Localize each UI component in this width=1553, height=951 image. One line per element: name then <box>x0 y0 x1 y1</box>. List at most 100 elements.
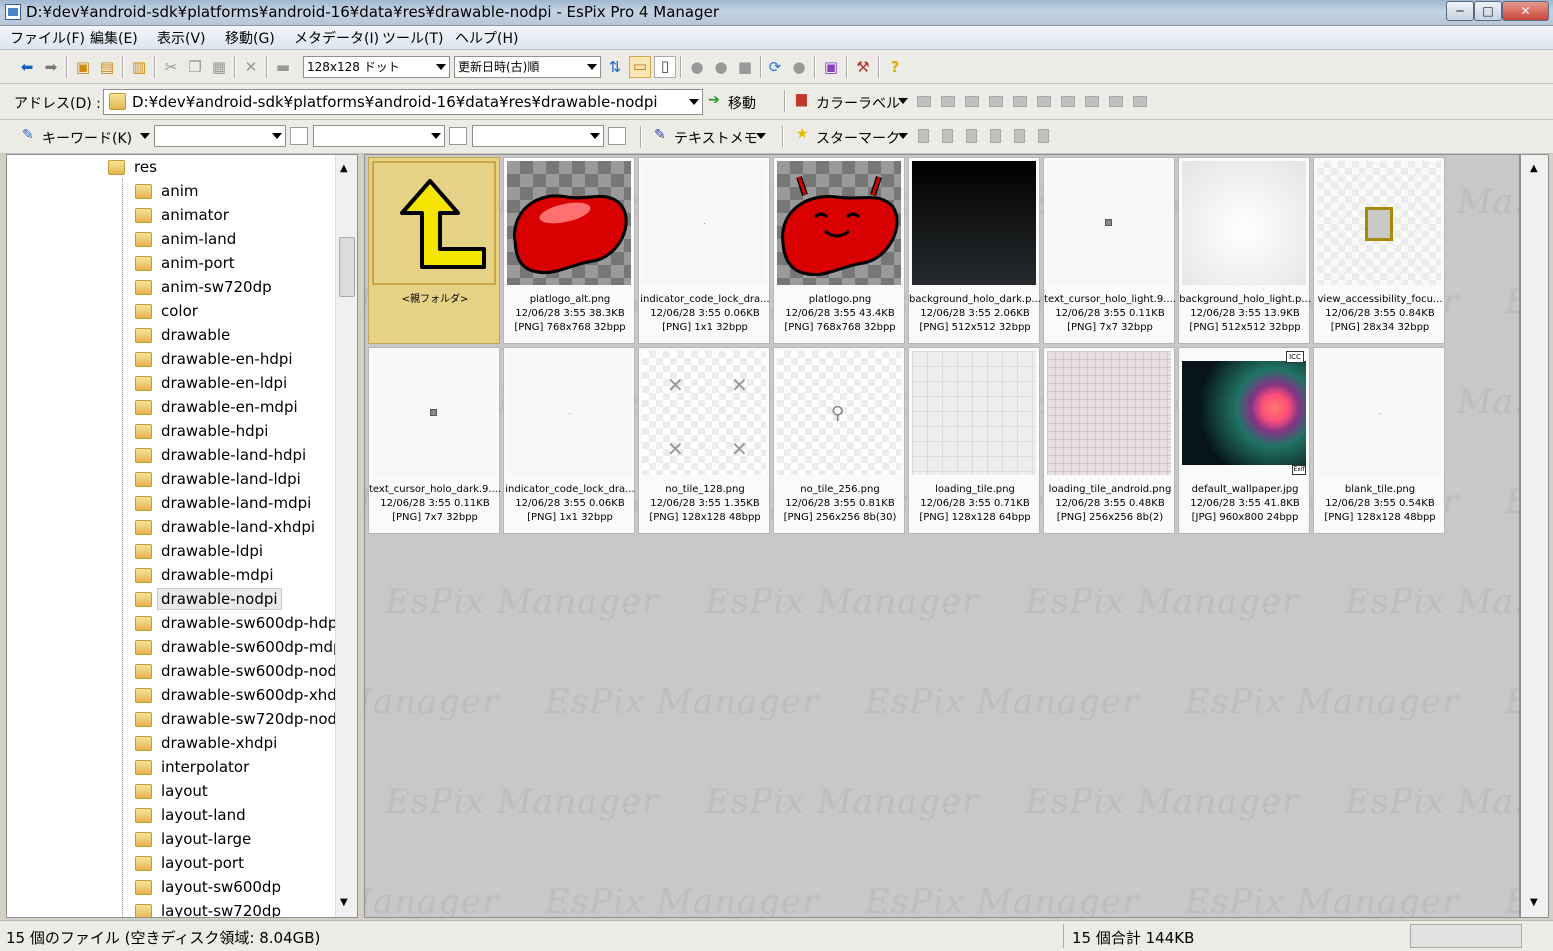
color-label-slot[interactable] <box>917 96 931 107</box>
tree-item[interactable]: color <box>7 299 333 323</box>
star-mark-button[interactable]: スターマーク <box>816 128 900 148</box>
thumbnail-item[interactable]: text_cursor_holo_dark.9.... 12/06/28 3:55… <box>368 347 501 534</box>
color-label-dropdown-icon[interactable] <box>898 98 908 104</box>
cut-icon[interactable]: ✂ <box>162 58 180 76</box>
tree-item[interactable]: drawable-hdpi <box>7 419 333 443</box>
thumbnail-item[interactable]: platlogo_alt.png 12/06/28 3:55 38.3KB [PNG… <box>503 157 635 344</box>
star-mark-dropdown-icon[interactable] <box>898 133 908 139</box>
color-label-slot[interactable] <box>1061 96 1075 107</box>
tree-item[interactable]: drawable-en-ldpi <box>7 371 333 395</box>
slideshow-icon[interactable]: ▣ <box>822 58 840 76</box>
delete-icon[interactable]: ✕ <box>242 58 260 76</box>
tree-item-root[interactable]: res <box>7 155 333 179</box>
keyword-select-2[interactable] <box>313 125 445 147</box>
tree-item[interactable]: anim-sw720dp <box>7 275 333 299</box>
tools-icon[interactable]: ⚒ <box>854 58 872 76</box>
tree-item[interactable]: drawable-land-mdpi <box>7 491 333 515</box>
scroll-down-icon[interactable]: ▼ <box>340 897 348 908</box>
thumbnail-grid[interactable]: EsPix Manager EsPix Manager EsPix Manager E… <box>364 154 1520 918</box>
tree-item[interactable]: layout-large <box>7 827 333 851</box>
keyword-select-3[interactable] <box>472 125 604 147</box>
new-folder-icon[interactable]: ▥ <box>130 58 148 76</box>
tree-item[interactable]: drawable-xhdpi <box>7 731 333 755</box>
keyword-checkbox-3[interactable] <box>608 127 626 145</box>
view-thumbnail-icon[interactable]: ▭ <box>629 56 651 78</box>
color-label-slot[interactable] <box>1013 96 1027 107</box>
thumbnail-item[interactable]: background_holo_light.p... 12/06/28 3:55 … <box>1178 157 1311 344</box>
color-label-slot[interactable] <box>1109 96 1123 107</box>
thumbnail-item[interactable]: loading_tile.png 12/06/28 3:55 0.71KB [PNG… <box>908 347 1040 534</box>
menu-metadata[interactable]: メタデータ(I) <box>290 28 383 48</box>
maximize-button[interactable]: □ <box>1474 1 1502 21</box>
scroll-up-icon[interactable]: ▲ <box>1530 163 1538 174</box>
keyword-select-1[interactable] <box>154 125 286 147</box>
parent-folder-icon[interactable]: ▣ <box>74 58 92 76</box>
star-slot[interactable] <box>1014 129 1025 143</box>
parent-folder-thumbnail[interactable]: <親フォルダ> <box>368 157 500 344</box>
tree-item[interactable]: drawable-sw720dp-nodpi <box>7 707 351 731</box>
keyword-checkbox-1[interactable] <box>290 127 308 145</box>
tree-item[interactable]: layout <box>7 779 333 803</box>
color-label-slot[interactable] <box>1037 96 1051 107</box>
star-slot[interactable] <box>942 129 953 143</box>
tree-item[interactable]: layout-sw600dp <box>7 875 333 899</box>
star-slot[interactable] <box>1038 129 1049 143</box>
star-slot[interactable] <box>966 129 977 143</box>
tree-item[interactable]: interpolator <box>7 755 333 779</box>
tree-item[interactable]: anim-land <box>7 227 333 251</box>
tree-item[interactable]: drawable-sw600dp-xhdpi <box>7 683 350 707</box>
tree-item[interactable]: drawable-nodpi <box>7 587 333 611</box>
sort-order-select[interactable]: 更新日時(古)順 <box>454 56 601 78</box>
keyword-button[interactable]: キーワード(K) <box>42 128 132 148</box>
thumbnail-item[interactable]: text_cursor_holo_light.9.... 12/06/28 3:5… <box>1043 157 1176 344</box>
thumbnail-item[interactable]: indicator_code_lock_dra... 12/06/28 3:55 … <box>503 347 635 534</box>
text-memo-button[interactable]: テキストメモ <box>674 128 758 148</box>
tree-item[interactable]: layout-sw720dp <box>7 899 333 917</box>
app-icon[interactable] <box>5 4 21 20</box>
scroll-up-icon[interactable]: ▲ <box>340 163 348 174</box>
open-folder-icon[interactable]: ▤ <box>98 58 116 76</box>
thumbnail-item[interactable]: indicator_code_lock_dra... 12/06/28 3:55 … <box>638 157 770 344</box>
tree-item[interactable]: drawable-land-xhdpi <box>7 515 333 539</box>
tree-item[interactable]: drawable-mdpi <box>7 563 333 587</box>
back-icon[interactable]: ⬅ <box>18 58 36 76</box>
thumbnail-item[interactable]: background_holo_dark.p... 12/06/28 3:55 2… <box>908 157 1041 344</box>
thumbnail-item[interactable]: platlogo.png 12/06/28 3:55 43.4KB [PNG] 76… <box>773 157 905 344</box>
help-icon[interactable]: ? <box>886 58 904 76</box>
thumbnail-size-select[interactable]: 128x128 ドット <box>303 56 450 78</box>
view-detail-icon[interactable]: ▯ <box>654 56 676 78</box>
go-arrow-icon[interactable]: ➔ <box>708 92 720 108</box>
stop-icon[interactable]: ● <box>790 58 808 76</box>
tree-item[interactable]: layout-port <box>7 851 333 875</box>
thumbnail-item[interactable]: ✕ ✕ ✕ ✕ no_tile_128.png 12/06/28 3:55 1.35KB [… <box>638 347 770 534</box>
star-slot[interactable] <box>918 129 929 143</box>
minimize-button[interactable]: ─ <box>1446 1 1474 21</box>
copy-icon[interactable]: ❐ <box>186 58 204 76</box>
go-button[interactable]: 移動 <box>728 93 756 113</box>
menu-go[interactable]: 移動(G) <box>221 28 279 48</box>
tree-item[interactable]: drawable-en-mdpi <box>7 395 333 419</box>
tree-item[interactable]: drawable-ldpi <box>7 539 333 563</box>
scroll-down-icon[interactable]: ▼ <box>1530 897 1538 908</box>
tree-scroll-thumb[interactable] <box>339 237 355 297</box>
address-input[interactable]: D:¥dev¥android-sdk¥platforms¥android-16¥… <box>103 89 703 115</box>
tree-item[interactable]: drawable-sw600dp-mdpi <box>7 635 347 659</box>
tree-item[interactable]: anim <box>7 179 333 203</box>
tree-item[interactable]: drawable-land-ldpi <box>7 467 333 491</box>
tree-item[interactable]: drawable <box>7 323 333 347</box>
menu-help[interactable]: ヘルプ(H) <box>451 28 522 48</box>
tree-item[interactable]: animator <box>7 203 333 227</box>
color-label-slot[interactable] <box>941 96 955 107</box>
thumbnail-item[interactable]: view_accessibility_focu... 12/06/28 3:55 … <box>1313 157 1445 344</box>
star-slot[interactable] <box>990 129 1001 143</box>
keyword-checkbox-2[interactable] <box>449 127 467 145</box>
text-memo-dropdown-icon[interactable] <box>756 133 766 139</box>
flip-icon[interactable]: ■ <box>736 58 754 76</box>
menu-file[interactable]: ファイル(F) <box>6 28 89 48</box>
color-label-button[interactable]: カラーラベル <box>816 93 900 113</box>
tree-item[interactable]: drawable-land-hdpi <box>7 443 333 467</box>
tree-scrollbar[interactable]: ▲ ▼ <box>335 155 357 917</box>
rotate-right-icon[interactable]: ● <box>712 58 730 76</box>
menu-edit[interactable]: 編集(E) <box>86 28 142 48</box>
properties-icon[interactable]: ▬ <box>274 58 292 76</box>
